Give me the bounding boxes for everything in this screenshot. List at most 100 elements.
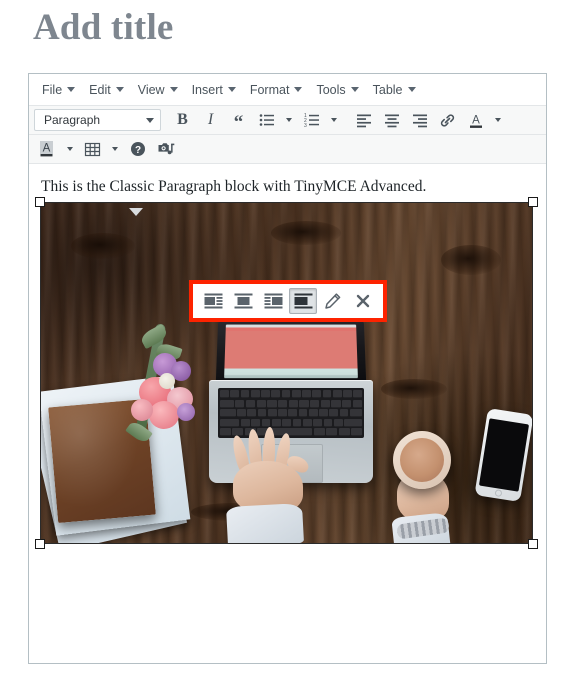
menu-table-label: Table: [372, 82, 403, 97]
wood-grain-knot: [271, 221, 341, 245]
chevron-down-icon: [495, 118, 501, 122]
body-paragraph[interactable]: This is the Classic Paragraph block with…: [41, 176, 534, 198]
align-right-button[interactable]: [406, 108, 433, 133]
paragraph-format-select[interactable]: Paragraph: [34, 109, 161, 131]
background-color-button[interactable]: A: [34, 137, 61, 162]
text-color-options[interactable]: [490, 108, 506, 133]
bullet-list-button[interactable]: [253, 108, 280, 133]
editor-toolbar-row-1: Paragraph B I “ 1 2 3 A: [29, 106, 546, 135]
close-x-icon: [356, 294, 370, 308]
insert-link-button[interactable]: [434, 108, 461, 133]
align-left-button[interactable]: [350, 108, 377, 133]
insert-media-button[interactable]: [152, 137, 179, 162]
wood-grain-knot: [381, 379, 447, 399]
image-align-left-icon: [204, 293, 222, 309]
desk-photo-image[interactable]: [41, 203, 532, 543]
editor-toolbar-row-2: A ?: [29, 135, 546, 164]
coffee-liquid: [400, 438, 444, 482]
svg-text:A: A: [472, 114, 480, 126]
edit-image-button[interactable]: [319, 288, 347, 314]
numbered-list-button[interactable]: 1 2 3: [298, 108, 325, 133]
remove-image-button[interactable]: [349, 288, 377, 314]
numbered-list-icon: 1 2 3: [304, 113, 319, 128]
chevron-down-icon: [67, 87, 76, 92]
hand-on-trackpad: [226, 426, 324, 543]
menu-file-label: File: [42, 82, 63, 97]
editor-menubar: File Edit View Insert Format Tools Table: [29, 74, 546, 106]
phone-screen: [478, 418, 530, 492]
table-options[interactable]: [107, 137, 123, 162]
phone-home-button: [493, 489, 502, 498]
menu-view-label: View: [137, 82, 165, 97]
svg-text:?: ?: [134, 145, 140, 156]
page-title[interactable]: Add title: [33, 4, 174, 52]
numbered-list-options[interactable]: [326, 108, 342, 133]
help-circle-icon: ?: [130, 142, 145, 156]
petal: [177, 403, 195, 421]
resize-handle-top-left[interactable]: [35, 197, 45, 207]
image-floating-toolbar: [195, 286, 381, 316]
chevron-down-icon: [112, 147, 118, 151]
italic-button[interactable]: I: [197, 108, 224, 133]
background-color-icon: A: [40, 141, 53, 157]
wood-grain-knot: [441, 245, 501, 275]
chevron-down-icon: [227, 87, 236, 92]
menu-edit[interactable]: Edit: [82, 81, 131, 99]
classic-editor: File Edit View Insert Format Tools Table: [28, 73, 547, 664]
resize-handle-top-right[interactable]: [528, 197, 538, 207]
toolbar-pointer-arrow: [129, 208, 143, 216]
text-color-icon: A: [469, 114, 482, 128]
paragraph-format-value: Paragraph: [44, 113, 101, 127]
blockquote-button[interactable]: “: [225, 108, 252, 133]
chevron-down-icon: [286, 118, 292, 122]
svg-text:3: 3: [304, 123, 307, 128]
selected-image-wrapper[interactable]: [35, 197, 538, 549]
chevron-down-icon: [294, 87, 303, 92]
help-button[interactable]: ?: [124, 137, 151, 162]
align-left-icon: [356, 114, 371, 128]
background-color-options[interactable]: [62, 137, 78, 162]
bullet-list-icon: [259, 114, 274, 126]
chevron-down-icon: [331, 118, 337, 122]
image-no-alignment-icon: [294, 293, 312, 309]
align-center-button[interactable]: [378, 108, 405, 133]
petal: [149, 401, 179, 429]
link-icon: [440, 113, 455, 127]
bold-button[interactable]: B: [169, 108, 196, 133]
table-icon: [84, 142, 101, 156]
menu-insert[interactable]: Insert: [185, 81, 243, 99]
align-right-image-button[interactable]: [259, 288, 287, 314]
blockquote-icon: “: [233, 112, 244, 134]
image-align-right-icon: [264, 293, 282, 309]
menu-file[interactable]: File: [35, 81, 82, 99]
menu-insert-label: Insert: [191, 82, 223, 97]
menu-format-label: Format: [249, 82, 290, 97]
image-toolbar-highlight-box: [189, 280, 387, 322]
bullet-list-options[interactable]: [281, 108, 297, 133]
coffee-cup: [393, 431, 451, 489]
menu-format[interactable]: Format: [243, 81, 310, 99]
menu-table[interactable]: Table: [366, 81, 423, 99]
laptop-lid: [215, 318, 367, 385]
shirt-sleeve: [226, 503, 304, 543]
petal: [159, 373, 175, 389]
table-button[interactable]: [79, 137, 106, 162]
align-center-icon: [384, 114, 399, 128]
media-camera-icon: [158, 143, 174, 155]
align-left-image-button[interactable]: [199, 288, 227, 314]
align-center-image-button[interactable]: [229, 288, 257, 314]
no-alignment-image-button[interactable]: [289, 288, 317, 314]
editor-content-area[interactable]: This is the Classic Paragraph block with…: [29, 164, 546, 663]
image-align-center-icon: [234, 293, 252, 309]
pencil-icon: [325, 293, 341, 309]
resize-handle-bottom-right[interactable]: [528, 539, 538, 549]
text-color-button[interactable]: A: [462, 108, 489, 133]
bold-icon: B: [177, 111, 188, 128]
resize-handle-bottom-left[interactable]: [35, 539, 45, 549]
menu-view[interactable]: View: [131, 81, 185, 99]
menu-tools-label: Tools: [316, 82, 346, 97]
align-right-icon: [412, 114, 427, 128]
menu-tools[interactable]: Tools: [309, 81, 365, 99]
leaf: [125, 419, 153, 445]
chevron-down-icon: [67, 147, 73, 151]
